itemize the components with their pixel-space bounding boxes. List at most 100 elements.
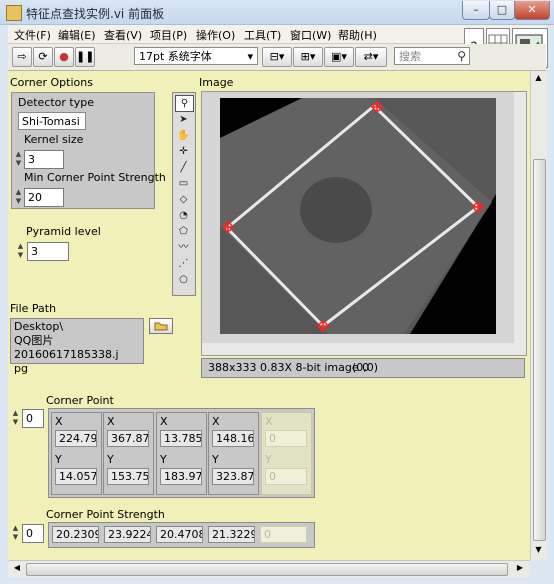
corner-point-label: Corner Point: [46, 394, 114, 407]
strength-value-3[interactable]: 21.3229: [208, 526, 255, 543]
search-icon[interactable]: ⚲: [457, 47, 466, 65]
strength-value-2[interactable]: 20.4708: [156, 526, 203, 543]
scroll-right-icon[interactable]: ▶: [514, 563, 526, 575]
scroll-left-icon[interactable]: ◀: [11, 563, 23, 575]
image-display[interactable]: [201, 91, 527, 356]
strength-value-1[interactable]: 23.9224: [104, 526, 151, 543]
menu-help[interactable]: 帮助(H): [338, 27, 377, 43]
strength-value-0[interactable]: 20.2309: [52, 526, 99, 543]
polygon-tool-icon[interactable]: ⬠: [175, 224, 192, 239]
corner-strength-index[interactable]: 0: [22, 524, 44, 543]
menu-window[interactable]: 窗口(W): [290, 27, 331, 43]
search-placeholder: 搜索: [399, 50, 421, 63]
minimize-button[interactable]: –: [462, 1, 490, 20]
menu-operate[interactable]: 操作(O): [196, 27, 235, 43]
title-bar: 特征点查找实例.vi 前面板 – □ ✕: [0, 0, 554, 25]
pyramid-level-label: Pyramid level: [26, 225, 101, 238]
align-objects-icon[interactable]: ⊟▾: [262, 47, 292, 67]
corner-point-element-3[interactable]: X 148.166 Y 323.873: [208, 412, 259, 495]
detector-type-label: Detector type: [18, 96, 95, 109]
vertical-scroll-thumb[interactable]: [533, 159, 546, 541]
oval-tool-icon[interactable]: ○: [175, 272, 192, 287]
pyramid-level-spinner[interactable]: ▲ ▼: [16, 242, 25, 261]
run-arrow-icon[interactable]: ⇨: [12, 47, 32, 67]
y-label: Y: [55, 453, 62, 466]
scroll-up-icon[interactable]: ▲: [533, 73, 544, 85]
close-button[interactable]: ✕: [514, 1, 550, 20]
y-value-0[interactable]: 14.0576: [55, 468, 97, 485]
image-info-text: 388x333 0.83X 8-bit image 0: [208, 361, 370, 374]
x-label: X: [55, 415, 63, 428]
y-value-2[interactable]: 183.979: [160, 468, 202, 485]
x-value-2[interactable]: 13.7857: [160, 430, 202, 447]
corner-options-cluster: Detector type Shi-Tomasi Kernel size ▲ ▼ …: [11, 92, 166, 209]
broken-line-tool-icon[interactable]: ⋰: [175, 256, 192, 271]
min-strength-spinner[interactable]: ▲ ▼: [14, 188, 23, 207]
horizontal-scrollbar[interactable]: ◀ ▶: [8, 560, 530, 577]
corner-point-element-0[interactable]: X 224.791 Y 14.0576: [51, 412, 102, 495]
image-label: Image: [199, 76, 234, 89]
corner-point-element-2[interactable]: X 13.7857 Y 183.979: [156, 412, 207, 495]
x-value-4[interactable]: 0: [265, 430, 307, 447]
corner-strength-array: 20.2309 23.9224 20.4708 21.3229 0: [48, 522, 315, 548]
resize-objects-icon[interactable]: ▣▾: [324, 47, 354, 67]
x-label: X: [107, 415, 115, 428]
y-label: Y: [107, 453, 114, 466]
font-select[interactable]: 17pt 系统字体 ▾: [134, 47, 258, 65]
menu-edit[interactable]: 编辑(E): [58, 27, 96, 43]
rotated-rect-tool-icon[interactable]: ◇: [175, 192, 192, 207]
menu-tools[interactable]: 工具(T): [244, 27, 281, 43]
kernel-size-field[interactable]: 3: [24, 150, 64, 169]
run-continuous-icon[interactable]: ⟳: [33, 47, 53, 67]
rectangle-tool-icon[interactable]: ▭: [175, 176, 192, 191]
menu-view[interactable]: 查看(V): [104, 27, 142, 43]
corner-point-index-spinner[interactable]: ▲ ▼: [11, 409, 20, 428]
distribute-objects-icon[interactable]: ⊞▾: [293, 47, 323, 67]
pan-tool-icon[interactable]: ✋: [175, 128, 192, 143]
font-select-value: 17pt 系统字体: [139, 50, 212, 63]
y-value-1[interactable]: 153.757: [107, 468, 149, 485]
corner-point-index[interactable]: 0: [22, 409, 44, 428]
zoom-tool-icon[interactable]: ⚲: [175, 95, 194, 112]
line-tool-icon[interactable]: ╱: [175, 160, 192, 175]
browse-folder-icon[interactable]: [149, 318, 173, 334]
image-coords-text: (0,0): [352, 361, 379, 374]
tools-palette: ⚲ ➤ ✋ ✛ ╱ ▭ ◇ ◔ ⬠ 〰 ⋰ ○: [172, 92, 196, 296]
y-label: Y: [265, 453, 272, 466]
x-value-1[interactable]: 367.876: [107, 430, 149, 447]
image-canvas[interactable]: [202, 92, 526, 355]
abort-icon[interactable]: ●: [54, 47, 74, 67]
detector-type-ring[interactable]: Shi-Tomasi: [18, 112, 86, 130]
strength-value-4[interactable]: 0: [260, 526, 307, 543]
x-value-3[interactable]: 148.166: [212, 430, 254, 447]
file-path-field[interactable]: Desktop\ QQ图片20160617185338.j pg: [10, 318, 144, 375]
pyramid-level-field[interactable]: 3: [27, 242, 69, 261]
kernel-size-spinner[interactable]: ▲ ▼: [14, 150, 23, 169]
scroll-down-icon[interactable]: ▼: [533, 545, 544, 557]
file-path-line-2: QQ图片20160617185338.j: [14, 334, 119, 361]
corner-point-element-4[interactable]: X 0 Y 0: [261, 412, 312, 495]
toolbar: ⇨ ⟳ ● ❚❚ 17pt 系统字体 ▾ ⊟▾ ⊞▾ ▣▾ ⇄▾ 搜索 ⚲: [8, 44, 546, 71]
freehand-tool-icon[interactable]: 〰: [175, 240, 192, 255]
menu-project[interactable]: 项目(P): [150, 27, 187, 43]
pause-icon[interactable]: ❚❚: [75, 47, 95, 67]
y-value-4[interactable]: 0: [265, 468, 307, 485]
menu-file[interactable]: 文件(F): [14, 27, 51, 43]
vertical-scrollbar[interactable]: ▲ ▼: [530, 71, 547, 560]
y-label: Y: [160, 453, 167, 466]
y-value-3[interactable]: 323.873: [212, 468, 254, 485]
point-tool-icon[interactable]: ✛: [175, 144, 192, 159]
search-input[interactable]: 搜索 ⚲: [394, 47, 470, 65]
horizontal-scroll-thumb[interactable]: [26, 563, 508, 576]
reorder-icon[interactable]: ⇄▾: [355, 47, 387, 67]
window-title: 特征点查找实例.vi 前面板: [26, 7, 165, 21]
min-strength-field[interactable]: 20: [24, 188, 64, 207]
maximize-button[interactable]: □: [489, 1, 515, 20]
corner-point-element-1[interactable]: X 367.876 Y 153.757: [103, 412, 154, 495]
x-value-0[interactable]: 224.791: [55, 430, 97, 447]
labview-icon: [6, 5, 22, 21]
pointer-tool-icon[interactable]: ➤: [175, 112, 192, 127]
corner-strength-index-spinner[interactable]: ▲ ▼: [11, 524, 20, 543]
image-status-bar: 388x333 0.83X 8-bit image 0 (0,0): [201, 358, 525, 378]
annulus-tool-icon[interactable]: ◔: [175, 208, 192, 223]
